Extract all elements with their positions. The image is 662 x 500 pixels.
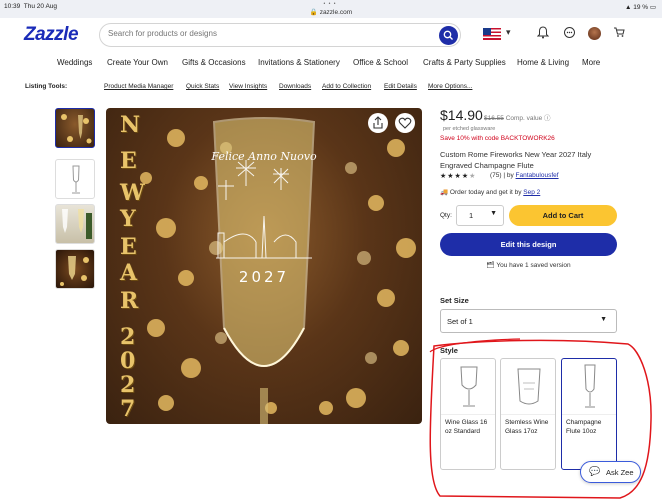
qty-value: 1 xyxy=(469,211,474,220)
style-option-label: Champagne Flute 10oz xyxy=(566,419,602,435)
seller-link[interactable]: Fantabulousfef xyxy=(516,172,559,179)
style-option-wine-glass[interactable]: Wine Glass 16 oz Standard xyxy=(440,358,496,470)
avatar[interactable] xyxy=(588,27,601,40)
product-hero-image[interactable]: N E W Y E A R 2 0 2 7 Felice Anno Nuovo … xyxy=(106,108,422,424)
main-nav: Weddings Create Your Own Gifts & Occasio… xyxy=(0,53,662,71)
us-flag-icon[interactable] xyxy=(483,28,501,40)
share-icon xyxy=(373,116,383,129)
link-downloads[interactable]: Downloads xyxy=(279,83,311,90)
nav-item-more[interactable]: More xyxy=(582,58,600,67)
style-option-label: Stemless Wine Glass 17oz xyxy=(505,419,549,435)
wine-glass-image xyxy=(441,359,495,415)
battery-indicator: ▲ 19 % ▭ xyxy=(624,4,656,11)
heart-icon xyxy=(398,117,412,129)
ask-zee-button[interactable]: 💬 Ask Zee xyxy=(580,461,641,483)
set-size-value: Set of 1 xyxy=(447,317,473,326)
qty-label: Qty: xyxy=(440,212,452,219)
zazzle-logo[interactable]: Zazzle xyxy=(24,24,79,46)
delivery-info: 🚚 Order today and get it by Sep 2 xyxy=(440,189,541,196)
search-bar[interactable] xyxy=(99,23,461,47)
nav-item-office-school[interactable]: Office & School xyxy=(353,58,408,67)
cart-icon[interactable] xyxy=(612,26,626,40)
link-view-insights[interactable]: View Insights xyxy=(229,83,267,90)
product-title: Custom Rome Fireworks New Year 2027 Ital… xyxy=(440,150,592,170)
link-edit-details[interactable]: Edit Details xyxy=(384,83,417,90)
link-quick-stats[interactable]: Quick Stats xyxy=(186,83,219,90)
set-size-select[interactable]: Set of 1 ▼ xyxy=(440,309,617,333)
glass-engraved-text: Felice Anno Nuovo xyxy=(210,150,317,163)
comp-value: $16.55 Comp. value ⓘ xyxy=(484,115,551,122)
nav-item-gifts-occasions[interactable]: Gifts & Occasions xyxy=(182,58,246,67)
thumbnail-1[interactable] xyxy=(55,108,95,148)
share-button[interactable] xyxy=(368,113,388,133)
delivery-date-link[interactable]: Sep 2 xyxy=(523,189,540,196)
chevron-down-icon: ▼ xyxy=(490,210,497,217)
chat-icon[interactable] xyxy=(562,26,576,40)
star-rating[interactable]: ★★★★★ xyxy=(440,172,476,180)
style-option-stemless[interactable]: Stemless Wine Glass 17oz xyxy=(500,358,556,470)
thumbnail-3[interactable] xyxy=(55,204,95,244)
nav-item-home-living[interactable]: Home & Living xyxy=(517,58,569,67)
ask-zee-label: Ask Zee xyxy=(606,468,634,477)
product-price: $14.90 xyxy=(440,107,483,123)
price-unit: per etched glassware xyxy=(443,126,496,132)
link-product-media-manager[interactable]: Product Media Manager xyxy=(104,83,173,90)
set-size-label: Set Size xyxy=(440,296,469,305)
champagne-flute-illustration: Felice Anno Nuovo 2027 xyxy=(210,117,317,424)
nav-item-create-your-own[interactable]: Create Your Own xyxy=(107,58,168,67)
style-option-label: Wine Glass 16 oz Standard xyxy=(445,419,488,435)
nav-item-weddings[interactable]: Weddings xyxy=(57,58,92,67)
stemless-glass-image xyxy=(501,359,555,415)
favorite-button[interactable] xyxy=(395,113,415,133)
chat-bubble-icon: 💬 xyxy=(589,466,601,476)
chevron-down-icon[interactable]: ▾ xyxy=(506,27,511,38)
qty-select[interactable]: 1 ▼ xyxy=(456,205,504,226)
nav-item-crafts-party[interactable]: Crafts & Party Supplies xyxy=(423,58,506,67)
thumbnail-2[interactable] xyxy=(55,159,95,199)
search-button[interactable] xyxy=(439,26,458,45)
bell-icon[interactable] xyxy=(536,26,550,40)
promo-text: Save 10% with code BACKTOWORK26 xyxy=(440,135,555,142)
edit-design-button[interactable]: Edit this design xyxy=(440,233,617,256)
saved-version-link[interactable]: 🗂 You have 1 saved version xyxy=(440,261,617,269)
status-bar: 10:39 Thu 20 Aug • • • 🔒 zazzle.com ▲ 19… xyxy=(0,0,662,18)
search-icon xyxy=(443,30,453,40)
add-to-cart-button[interactable]: Add to Cart xyxy=(509,205,617,226)
glass-engraved-year: 2027 xyxy=(239,268,289,286)
style-option-champagne-flute[interactable]: Champagne Flute 10oz xyxy=(561,358,617,470)
chevron-down-icon: ▼ xyxy=(600,316,607,323)
search-input[interactable] xyxy=(108,29,428,38)
style-label: Style xyxy=(440,346,458,355)
rating-info: (75) | by Fantabulousfef xyxy=(490,172,559,179)
thumbnail-4[interactable] xyxy=(55,249,95,289)
link-more-options[interactable]: More Options... xyxy=(428,83,472,90)
link-add-to-collection[interactable]: Add to Collection xyxy=(322,83,371,90)
tab-dots: • • • xyxy=(323,1,337,7)
listing-tools-label: Listing Tools: xyxy=(25,83,68,90)
champagne-flute-image xyxy=(562,359,616,415)
nav-item-invitations-stationery[interactable]: Invitations & Stationery xyxy=(258,58,340,67)
url-bar[interactable]: 🔒 zazzle.com xyxy=(0,8,662,16)
listing-tools-bar: Listing Tools: Product Media Manager Qui… xyxy=(0,78,662,94)
site-header: Zazzle ▾ xyxy=(0,18,662,52)
